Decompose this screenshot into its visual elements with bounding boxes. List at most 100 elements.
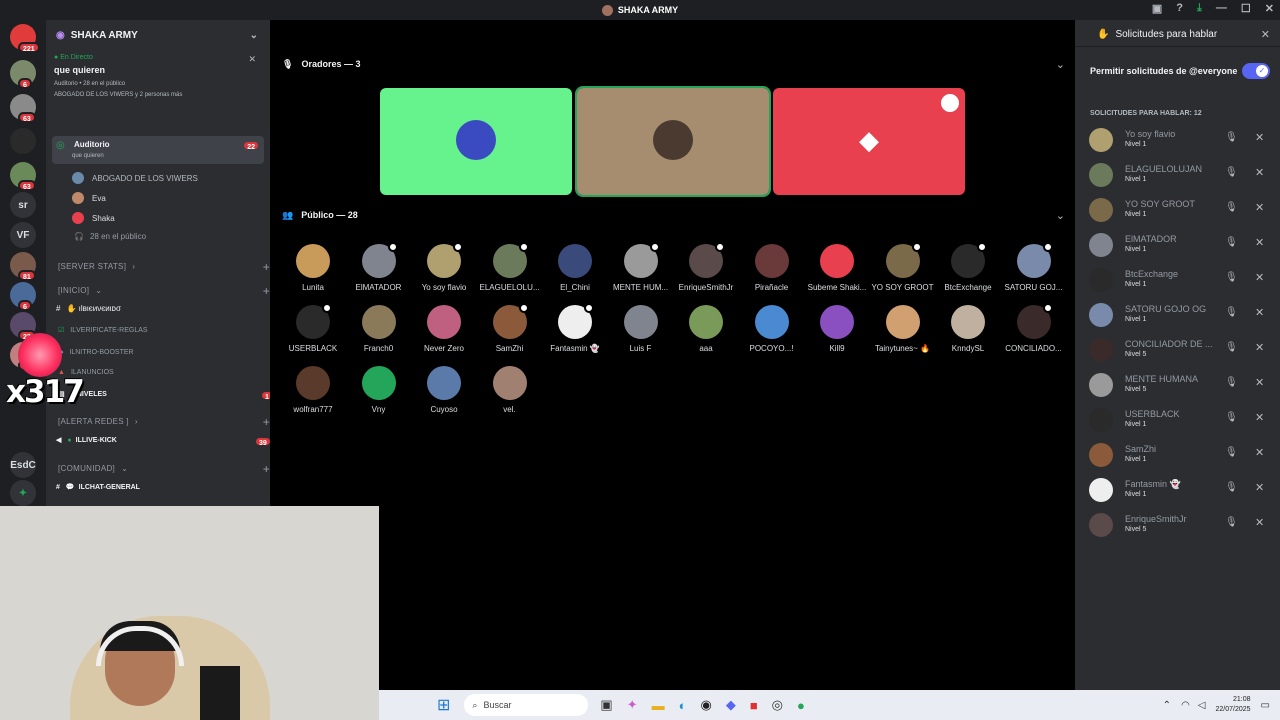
- channel-chat-general[interactable]: # 💬 ıl chat-general: [56, 483, 270, 492]
- audience-member[interactable]: aaa: [671, 305, 741, 353]
- server-icon-11[interactable]: EsdC: [10, 452, 36, 478]
- chevron-down-icon[interactable]: ⌄: [250, 30, 258, 41]
- close-icon[interactable]: ✕: [1261, 28, 1270, 41]
- invite-to-speak-icon[interactable]: 🎙: [1225, 447, 1238, 458]
- live-stage-card[interactable]: ● En Directo que quieren Auditorio • 28 …: [54, 54, 262, 116]
- speak-request-item[interactable]: Fantasmin 👻 Nivel 1 🎙 ✕: [1089, 474, 1275, 506]
- audience-member[interactable]: Vny: [344, 366, 414, 414]
- audience-member[interactable]: Kill9: [802, 305, 872, 353]
- speak-request-item[interactable]: SamZhi Nivel 1 🎙 ✕: [1089, 439, 1275, 471]
- audience-member[interactable]: Luis F: [606, 305, 676, 353]
- audience-member[interactable]: Yo soy flavio: [409, 244, 479, 292]
- server-header[interactable]: ◉ SHAKA ARMY ⌄: [46, 26, 270, 44]
- invite-to-speak-icon[interactable]: 🎙: [1225, 237, 1238, 248]
- add-channel-icon[interactable]: +: [263, 284, 270, 298]
- folder-icon[interactable]: ▬: [652, 698, 665, 713]
- server-icon-5[interactable]: sr: [10, 192, 36, 218]
- audience-header[interactable]: 👥 Público — 28: [282, 210, 358, 221]
- windows-start-icon[interactable]: ⊞: [437, 695, 450, 715]
- audience-member[interactable]: Tainytunes~ 🔥: [868, 305, 938, 353]
- notifications-icon[interactable]: ▭: [1261, 700, 1270, 711]
- app-icon[interactable]: ■: [750, 698, 758, 713]
- add-channel-icon[interactable]: +: [263, 462, 270, 476]
- invite-to-speak-icon[interactable]: 🎙: [1225, 307, 1238, 318]
- invite-to-speak-icon[interactable]: 🎙: [1225, 517, 1238, 528]
- invite-to-speak-icon[interactable]: 🎙: [1225, 377, 1238, 388]
- channel-nitro[interactable]: ◆ıl nitro-booster: [58, 348, 270, 357]
- copilot-icon[interactable]: ✦: [627, 697, 638, 713]
- taskview-icon[interactable]: ▣: [600, 697, 612, 713]
- invite-to-speak-icon[interactable]: 🎙: [1225, 482, 1238, 493]
- audience-member[interactable]: CONCILIADO...: [999, 305, 1069, 353]
- speak-request-item[interactable]: CONCILIADOR DE ... Nivel 5 🎙 ✕: [1089, 334, 1275, 366]
- category-alerta-redes[interactable]: [ALERTA REDES ] › +: [58, 415, 270, 429]
- dismiss-request-icon[interactable]: ✕: [1255, 131, 1264, 144]
- speak-request-item[interactable]: Yo soy flavio Nivel 1 🎙 ✕: [1089, 124, 1275, 156]
- add-channel-icon[interactable]: +: [263, 415, 270, 429]
- audience-member[interactable]: KnndySL: [933, 305, 1003, 353]
- stage-speaker[interactable]: Shaka: [72, 212, 270, 224]
- tray-chevron-icon[interactable]: ⌃: [1163, 700, 1171, 711]
- chevron-down-icon[interactable]: ⌄: [1056, 58, 1065, 71]
- dismiss-request-icon[interactable]: ✕: [1255, 236, 1264, 249]
- audience-member[interactable]: Franch0: [344, 305, 414, 353]
- audience-member[interactable]: wolfran777: [278, 366, 348, 414]
- audience-member[interactable]: ElMATADOR: [344, 244, 414, 292]
- audience-member[interactable]: POCOYO...!: [737, 305, 807, 353]
- invite-to-speak-icon[interactable]: 🎙: [1225, 342, 1238, 353]
- speaker-tile[interactable]: [380, 88, 572, 195]
- audience-member[interactable]: vel.: [475, 366, 545, 414]
- invite-to-speak-icon[interactable]: 🎙: [1225, 202, 1238, 213]
- channel-anuncios[interactable]: ▲ ıl anuncios: [58, 369, 270, 376]
- speak-request-item[interactable]: YO SOY GROOT Nivel 1 🎙 ✕: [1089, 194, 1275, 226]
- dismiss-request-icon[interactable]: ✕: [1255, 516, 1264, 529]
- audience-member[interactable]: USERBLACK: [278, 305, 348, 353]
- discord-icon[interactable]: ◆: [726, 697, 736, 713]
- wifi-icon[interactable]: ◠: [1181, 700, 1190, 711]
- speak-request-item[interactable]: MENTE HUMANA Nivel 5 🎙 ✕: [1089, 369, 1275, 401]
- channel-niveles[interactable]: ▤ ıl niveles 1: [58, 390, 270, 401]
- invite-to-speak-icon[interactable]: 🎙: [1225, 412, 1238, 423]
- speak-request-item[interactable]: BtcExchange Nivel 1 🎙 ✕: [1089, 264, 1275, 296]
- channel-live-kick[interactable]: ◀ ● ıl live-kick 39: [56, 436, 270, 447]
- close-window-button[interactable]: ✕: [1265, 2, 1274, 15]
- audience-member[interactable]: Fantasmin 👻: [540, 305, 610, 353]
- channel-bienvenido[interactable]: # ✋ ıl вιєиνєиιᴅσ: [56, 304, 270, 313]
- allow-requests-toggle[interactable]: ✓: [1242, 63, 1270, 79]
- steam-icon[interactable]: ◎: [772, 697, 783, 713]
- audience-member[interactable]: Cuyoso: [409, 366, 479, 414]
- close-icon[interactable]: ✕: [248, 54, 256, 65]
- invite-to-speak-icon[interactable]: 🎙: [1225, 167, 1238, 178]
- channel-verificate[interactable]: ☑ ıl verificate-reglas: [58, 326, 270, 335]
- whatsapp-icon[interactable]: ●: [797, 698, 805, 713]
- audience-member[interactable]: EnriqueSmithJr: [671, 244, 741, 292]
- taskbar-search[interactable]: ⌕ Buscar: [464, 694, 589, 716]
- dismiss-request-icon[interactable]: ✕: [1255, 306, 1264, 319]
- speak-request-item[interactable]: EnriqueSmithJr Nivel 5 🎙 ✕: [1089, 509, 1275, 541]
- audience-member[interactable]: Pirañacle: [737, 244, 807, 292]
- stage-channel-auditorio[interactable]: ◎ Auditorio que quieren 22: [52, 136, 264, 164]
- audience-member[interactable]: Lunita: [278, 244, 348, 292]
- minimize-button[interactable]: —: [1216, 2, 1227, 15]
- add-channel-icon[interactable]: +: [263, 260, 270, 274]
- category-inicio[interactable]: [INICIO] ⌄ +: [58, 284, 270, 298]
- dismiss-request-icon[interactable]: ✕: [1255, 201, 1264, 214]
- download-icon[interactable]: ⤓: [1197, 2, 1202, 15]
- category-server-stats[interactable]: [SERVER STATS] › +: [58, 260, 270, 274]
- obs-icon[interactable]: ◉: [700, 697, 711, 713]
- audience-member[interactable]: YO SOY GROOT: [868, 244, 938, 292]
- dismiss-request-icon[interactable]: ✕: [1255, 166, 1264, 179]
- help-icon[interactable]: ?: [1176, 2, 1183, 15]
- dismiss-request-icon[interactable]: ✕: [1255, 376, 1264, 389]
- category-comunidad[interactable]: [COMUNIDAD] ⌄ +: [58, 462, 270, 476]
- invite-to-speak-icon[interactable]: 🎙: [1225, 132, 1238, 143]
- audience-member[interactable]: Subeme Shaki...: [802, 244, 872, 292]
- volume-icon[interactable]: ◁: [1198, 700, 1206, 711]
- stage-speaker[interactable]: Eva: [72, 192, 270, 204]
- dismiss-request-icon[interactable]: ✕: [1255, 341, 1264, 354]
- dismiss-request-icon[interactable]: ✕: [1255, 411, 1264, 424]
- edge-icon[interactable]: ◐: [679, 698, 687, 713]
- explore-servers-icon[interactable]: ✦: [10, 480, 36, 506]
- speak-request-item[interactable]: ELAGUELOLUJAN Nivel 1 🎙 ✕: [1089, 159, 1275, 191]
- speak-request-item[interactable]: USERBLACK Nivel 1 🎙 ✕: [1089, 404, 1275, 436]
